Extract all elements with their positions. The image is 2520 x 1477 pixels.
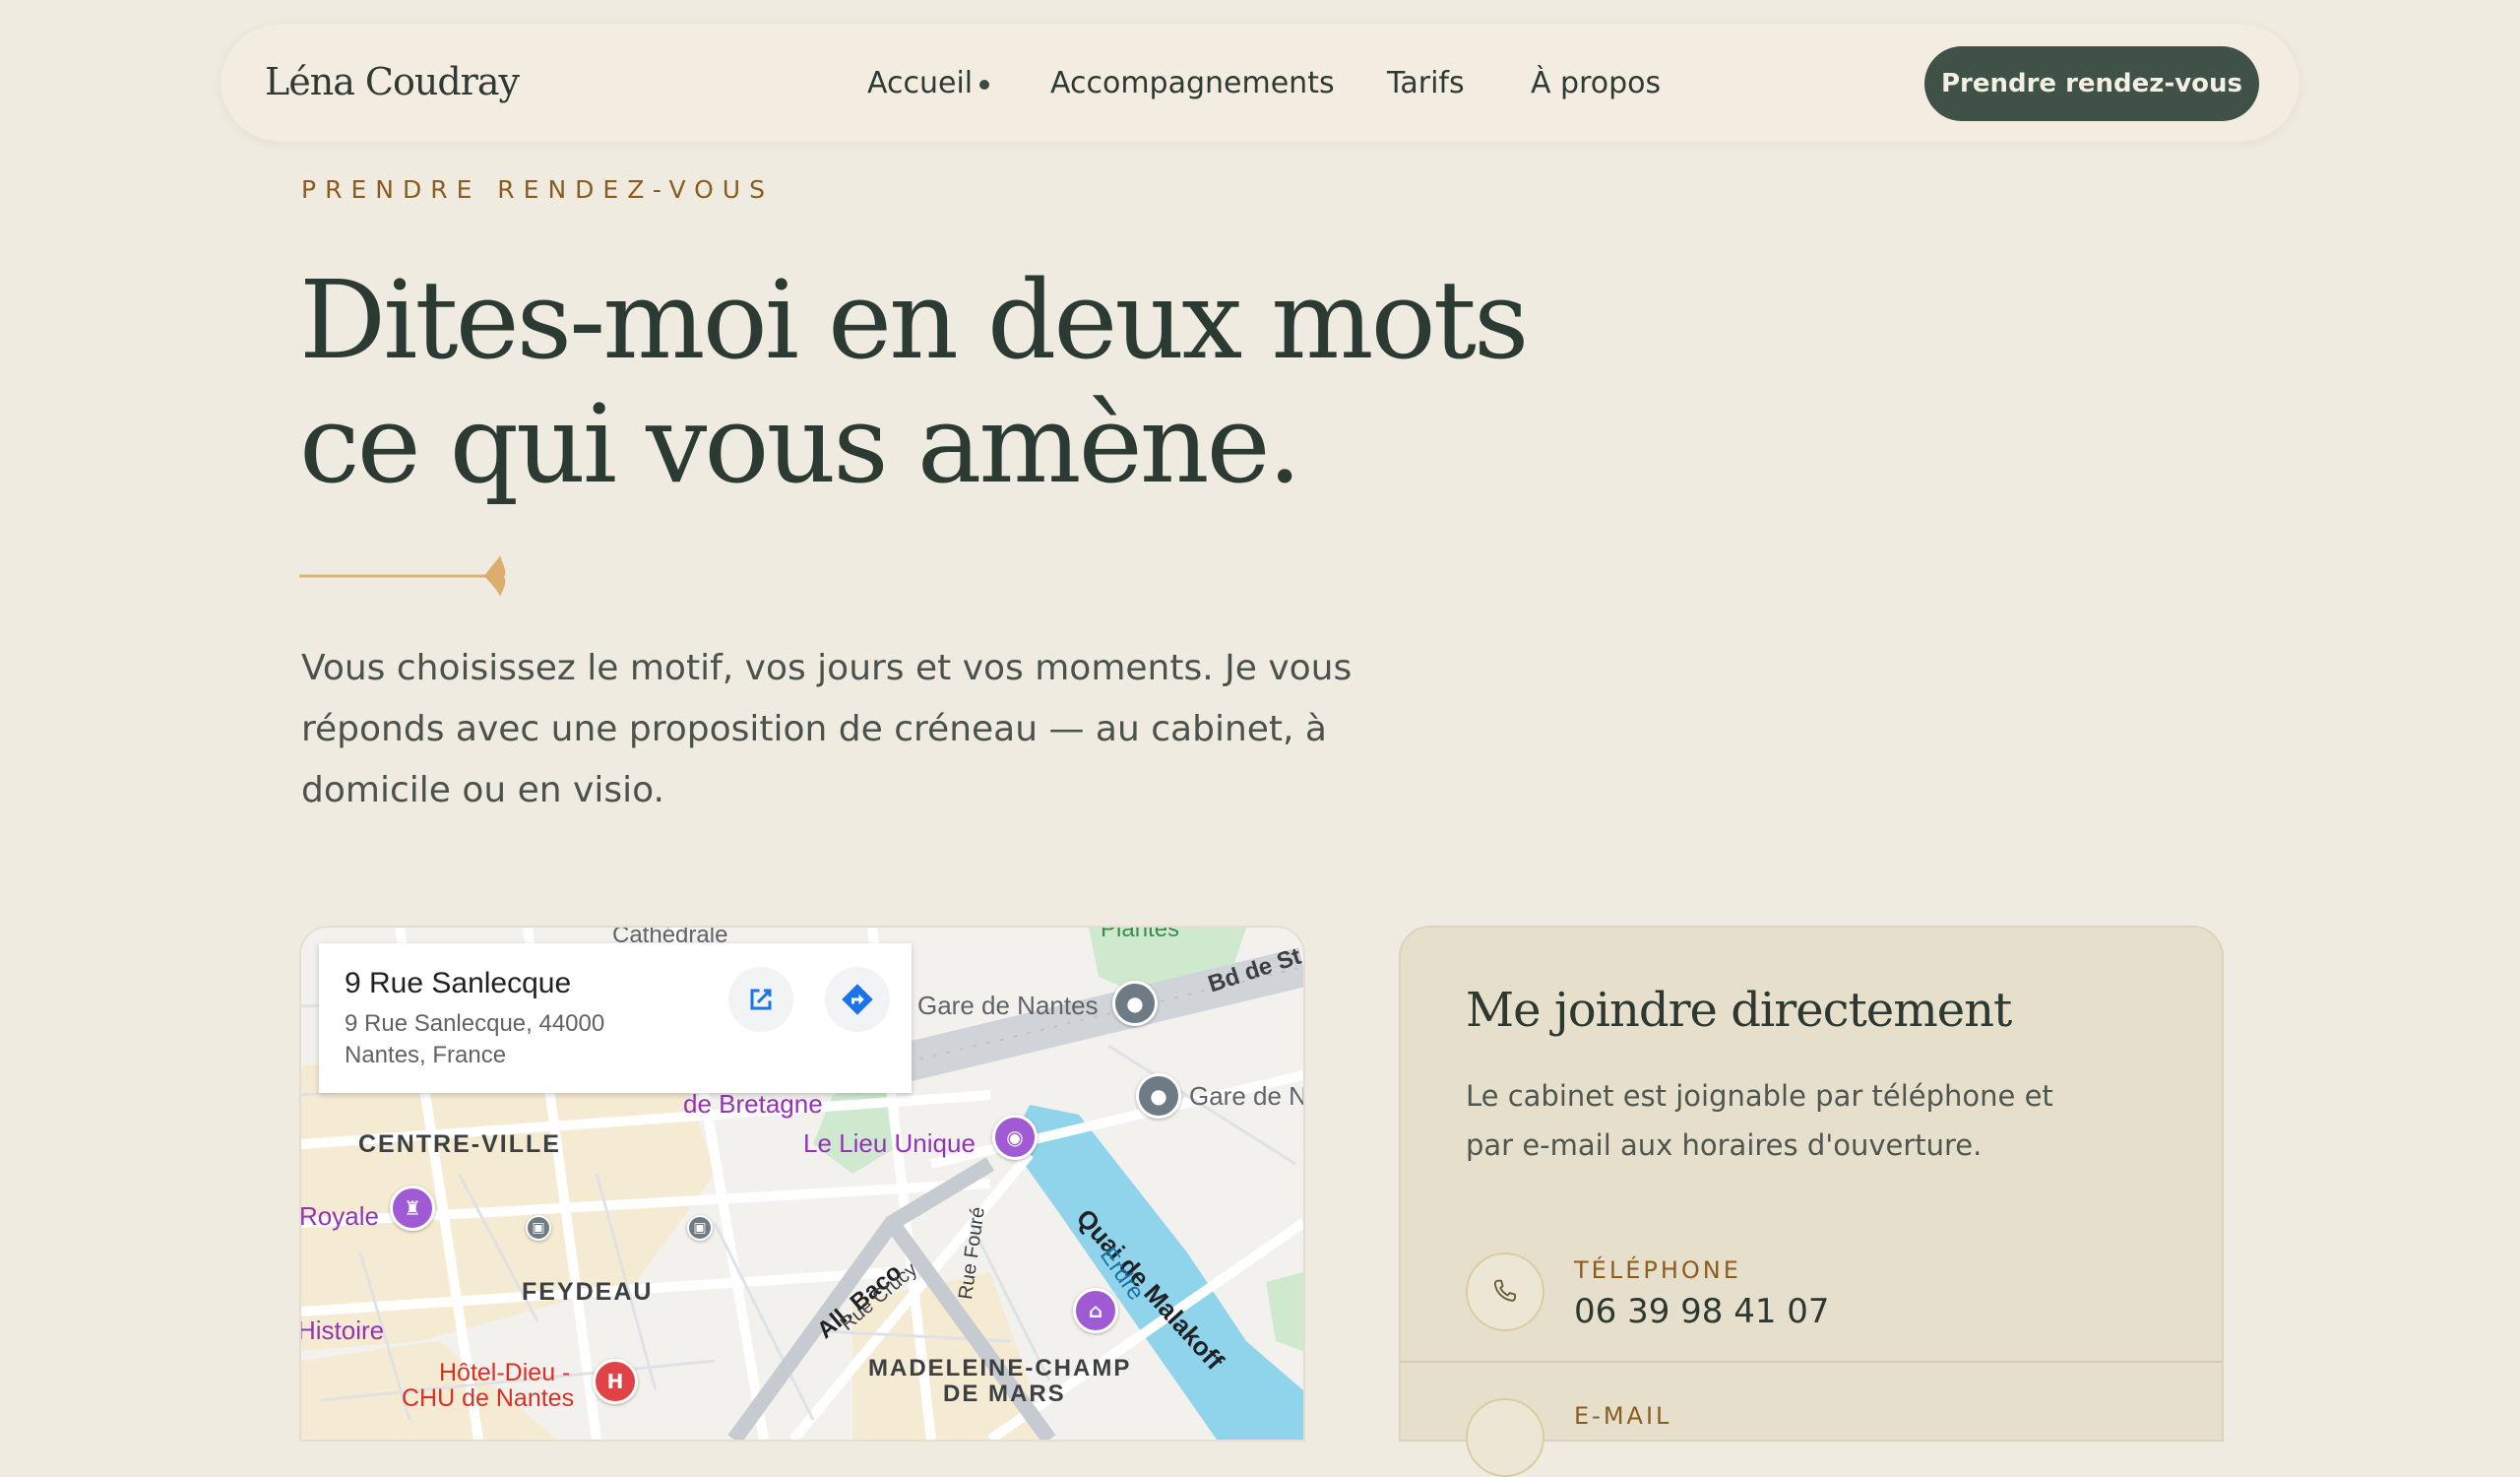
map-label-lieu-unique: Le Lieu Unique xyxy=(803,1128,976,1158)
place-address-line-1: 9 Rue Sanlecque, 44000 xyxy=(345,1010,605,1037)
map-label-gare-nord: Gare de N xyxy=(1189,1081,1305,1111)
external-link-icon xyxy=(750,989,772,1010)
page-title: Dites-moi en deux mots ce qui vous amène… xyxy=(299,258,1677,506)
location-map[interactable]: Cathédrale Plantes Gare de Nantes Gare d… xyxy=(299,926,1305,1442)
nav-link-tarifs[interactable]: Tarifs xyxy=(1387,66,1465,100)
map-label-histoire: Histoire xyxy=(299,1316,385,1345)
map-label-madeleine-2: DE MARS xyxy=(943,1381,1066,1407)
contact-card: Me joindre directement Le cabinet est jo… xyxy=(1399,926,2224,1477)
email-icon-badge xyxy=(1466,1398,1544,1477)
tram-stop-icon[interactable]: ▣ xyxy=(526,1215,551,1241)
brand-logo[interactable]: Léna Coudray xyxy=(265,60,520,103)
directions-button[interactable] xyxy=(825,967,890,1032)
map-label-bretagne: de Bretagne xyxy=(683,1089,823,1119)
phone-icon xyxy=(1493,1279,1516,1302)
leaf-divider-ornament xyxy=(299,555,506,597)
book-appointment-button[interactable]: Prendre rendez-vous xyxy=(1924,46,2259,121)
nav-link-a-propos[interactable]: À propos xyxy=(1531,66,1661,100)
map-label-hotel-dieu-2: CHU de Nantes xyxy=(402,1384,575,1412)
email-label: E-MAIL xyxy=(1574,1402,1672,1430)
hospital-pin-icon[interactable]: H xyxy=(593,1359,638,1404)
place-info-card: 9 Rue Sanlecque 9 Rue Sanlecque, 44000 N… xyxy=(319,943,912,1093)
phone-icon-badge xyxy=(1466,1252,1544,1331)
contact-divider xyxy=(1401,1361,2222,1363)
page-title-line-2: ce qui vous amène. xyxy=(299,381,1302,507)
map-label-madeleine-1: MADELEINE-CHAMP xyxy=(868,1355,1132,1381)
contact-description: Le cabinet est joignable par téléphone e… xyxy=(1466,1079,2053,1162)
map-label-plantes: Plantes xyxy=(1101,926,1180,942)
train-station-pin-2-icon[interactable]: ● xyxy=(1136,1073,1181,1119)
section-eyebrow: PRENDRE RENDEZ-VOUS xyxy=(301,175,774,204)
map-label-hotel-dieu-1: Hôtel-Dieu - xyxy=(439,1359,571,1386)
contact-title: Me joindre directement xyxy=(1466,983,2012,1038)
nav-link-accompagnements[interactable]: Accompagnements xyxy=(1050,66,1335,100)
tram-stop-2-icon[interactable]: ▣ xyxy=(687,1215,713,1241)
top-navigation: Léna Coudray Accueil Accompagnements Tar… xyxy=(220,24,2300,142)
map-label-feydeau: FEYDEAU xyxy=(522,1278,654,1306)
place-title: 9 Rue Sanlecque xyxy=(345,967,572,999)
place-address-line-2: Nantes, France xyxy=(345,1042,507,1068)
intro-paragraph: Vous choisissez le motif, vos jours et v… xyxy=(301,648,1353,810)
phone-number-link[interactable]: 06 39 98 41 07 xyxy=(1574,1292,1830,1331)
castle-pin-icon[interactable]: ♜ xyxy=(390,1186,435,1231)
active-indicator-dot xyxy=(979,80,989,90)
landmark-pin-icon[interactable]: ⌂ xyxy=(1073,1288,1118,1333)
museum-pin-icon[interactable]: ◉ xyxy=(992,1115,1038,1160)
directions-icon xyxy=(842,984,873,1015)
train-station-pin-icon[interactable]: ● xyxy=(1112,981,1158,1026)
phone-label: TÉLÉPHONE xyxy=(1574,1256,1741,1284)
map-label-gare-nantes: Gare de Nantes xyxy=(917,991,1099,1020)
open-in-maps-button[interactable] xyxy=(728,967,793,1032)
map-label-royale: Royale xyxy=(299,1201,379,1231)
page-title-line-1: Dites-moi en deux mots xyxy=(299,257,1529,383)
nav-link-accueil[interactable]: Accueil xyxy=(867,66,973,100)
map-label-centre-ville: CENTRE-VILLE xyxy=(358,1130,561,1158)
